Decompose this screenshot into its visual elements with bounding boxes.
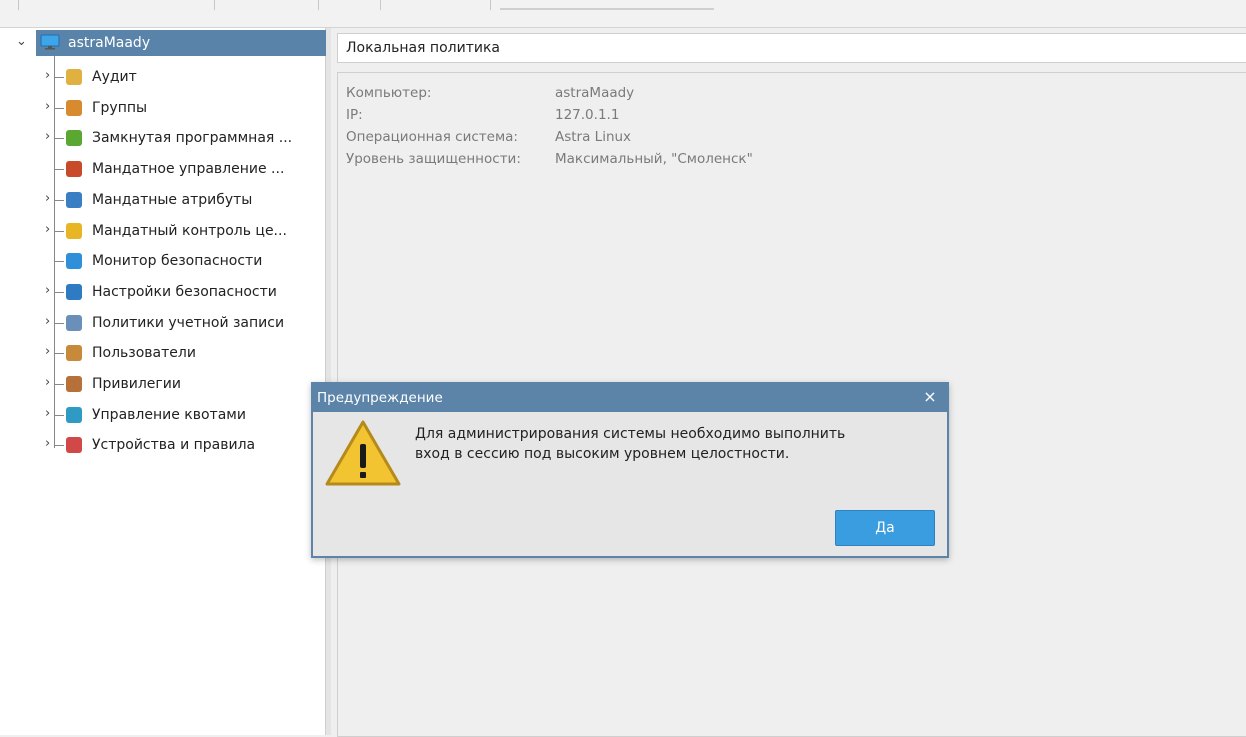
warning-dialog: Предупреждение × Для администрирования с… [311,382,949,558]
info-row-security-level: Уровень защищенности: Максимальный, "Смо… [346,151,753,167]
chevron-right-icon[interactable]: › [45,314,50,330]
chevron-right-icon[interactable]: › [45,344,50,360]
tree-item-label: Пользователи [92,345,196,362]
tree-connector: › [45,436,64,453]
tree-connector: › [45,375,64,392]
tree-root-label: astraMaady [68,35,151,51]
tree-item-label: Устройства и правила [92,437,256,454]
security-monitor-icon [66,253,82,270]
tree-item[interactable]: Мандатное управление ... [48,154,328,184]
tree-item-label: Аудит [92,69,137,85]
tree-item-label: Замкнутая программная ... [92,130,293,147]
info-label: Операционная система: [346,129,518,145]
tree-connector: › [45,314,64,331]
tree-connector: › [45,344,64,361]
top-strip [0,0,1246,28]
info-value: astraMaady [555,85,635,101]
tree-item[interactable]: › Настройки безопасности [45,277,328,307]
tree-item[interactable]: › Группы [45,93,328,123]
tree-connector: › [45,68,64,85]
dialog-message: Для администрирования системы необходимо… [415,424,925,464]
divider [18,0,19,10]
tree-connector: › [45,129,64,146]
info-value: Astra Linux [555,129,632,145]
yes-button[interactable]: Да [835,510,935,546]
tree-connector [48,253,64,269]
users-icon [66,345,82,362]
chevron-right-icon[interactable]: › [45,222,50,238]
security-settings-icon [66,283,82,300]
tree-item-label: Мандатные атрибуты [92,191,253,208]
chevron-right-icon[interactable]: › [45,191,50,207]
tree-item[interactable]: › Аудит [45,62,328,92]
groups-icon [66,99,82,116]
chevron-right-icon[interactable]: › [45,68,50,84]
divider [490,0,491,10]
quota-icon [66,406,82,423]
tree-item-label: Мандатное управление ... [92,161,285,178]
tree-item-label: Настройки безопасности [92,283,277,300]
tree-item[interactable]: › Устройства и правила [45,430,328,460]
tree-item[interactable]: › Замкнутая программная ... [45,123,328,153]
mandatory-attributes-icon [66,191,82,208]
tree-item[interactable]: › Управление квотами [45,400,328,430]
privileges-icon [66,376,82,392]
monitor-icon [40,34,60,50]
info-row-computer: Компьютер: astraMaady [346,85,634,101]
tree-item[interactable]: › Политики учетной записи [45,308,328,338]
dialog-title: Предупреждение [317,390,443,406]
tree-item-label: Политики учетной записи [92,314,285,331]
tree-item-label: Группы [92,99,148,116]
mandatory-control-icon [66,161,82,178]
tree-connector: › [45,406,64,423]
tree-item-label: Привилегии [92,376,181,392]
info-label: IP: [346,107,363,123]
info-row-ip: IP: 127.0.1.1 [346,107,619,123]
chevron-down-icon[interactable]: ⌄ [16,35,30,49]
dialog-message-line: Для администрирования системы необходимо… [415,426,846,442]
divider [380,0,381,10]
tree-item[interactable]: › Пользователи [45,338,328,368]
chevron-right-icon[interactable]: › [45,406,50,422]
info-label: Компьютер: [346,85,432,101]
tree-item[interactable]: › Мандатные атрибуты [45,185,328,215]
chevron-right-icon[interactable]: › [45,436,50,452]
chevron-right-icon[interactable]: › [45,283,50,299]
account-policy-icon [66,314,82,331]
divider [318,0,319,10]
info-label: Уровень защищенности: [346,151,521,167]
chevron-right-icon[interactable]: › [45,129,50,145]
tree-item-label: Мандатный контроль це... [92,222,287,239]
dialog-message-line: вход в сессию под высоким уровнем целост… [415,446,790,462]
tree-item[interactable]: › Мандатный контроль це... [45,216,328,246]
integrity-control-icon [66,222,82,239]
warning-icon [325,420,401,486]
tree-item[interactable]: › Привилегии [45,369,328,399]
devices-rules-icon [66,437,82,454]
info-value: 127.0.1.1 [555,107,620,123]
divider [214,0,215,10]
tree-connector [48,161,64,177]
tree-item-label: Управление квотами [92,406,246,423]
tree-connector: › [45,283,64,300]
closed-software-icon [66,130,82,147]
tree-connector: › [45,191,64,208]
close-icon[interactable]: × [921,388,939,406]
chevron-right-icon[interactable]: › [45,375,50,391]
info-value: Максимальный, "Смоленск" [555,151,753,167]
chevron-right-icon[interactable]: › [45,99,50,115]
page-title: Локальная политика [346,40,500,56]
tree-connector: › [45,222,64,239]
audit-icon [66,69,82,85]
tree-connector: › [45,99,64,116]
top-scroll-indicator[interactable] [500,8,714,10]
dialog-titlebar[interactable]: Предупреждение × [313,384,947,412]
tree-item-label: Монитор безопасности [92,253,263,270]
page-title-field: Локальная политика [337,33,1246,63]
info-row-os: Операционная система: Astra Linux [346,129,631,145]
tree-root-computer[interactable]: astraMaady [36,30,326,56]
tree-item[interactable]: Монитор безопасности [48,246,328,276]
